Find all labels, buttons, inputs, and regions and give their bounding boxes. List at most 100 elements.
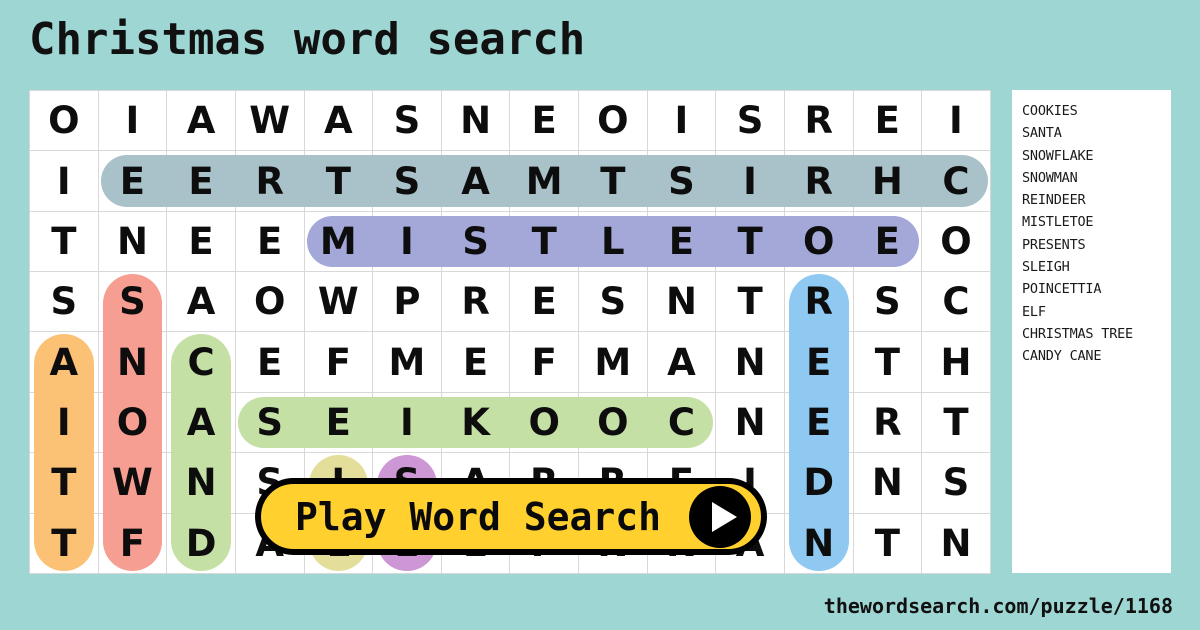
grid-cell[interactable]: R [440,271,511,333]
grid-cell[interactable]: A [166,391,236,454]
grid-cell[interactable]: O [783,210,854,273]
grid-cell[interactable]: S [578,271,648,333]
grid-cell[interactable]: E [440,331,511,393]
grid-cell[interactable]: C [921,271,991,333]
grid-cell[interactable]: N [715,331,785,393]
grid-cell[interactable]: L [578,210,648,273]
grid-cell[interactable]: W [303,271,374,333]
grid-cell[interactable]: N [921,512,991,574]
grid-cell[interactable]: F [97,512,168,574]
grid-cell[interactable]: T [578,150,648,212]
grid-letter: N [116,219,148,263]
grid-cell[interactable]: E [234,331,305,393]
grid-cell[interactable]: E [852,89,923,152]
grid-cell[interactable]: E [166,210,236,273]
grid-cell[interactable]: N [783,512,854,574]
grid-cell[interactable]: E [509,271,579,333]
grid-cell[interactable]: I [29,391,99,454]
grid-cell[interactable]: O [578,391,648,454]
grid-cell[interactable]: E [234,210,305,273]
grid-cell[interactable]: S [852,271,923,333]
grid-cell[interactable]: A [440,150,511,212]
grid-cell[interactable]: N [97,331,168,393]
grid-cell[interactable]: W [234,89,305,152]
grid-cell[interactable]: A [303,89,374,152]
grid-cell[interactable]: O [97,391,168,454]
grid-cell[interactable]: D [166,512,236,574]
grid-letter: I [743,159,757,203]
grid-cell[interactable]: E [783,331,854,393]
grid-cell[interactable]: E [97,150,168,212]
grid-cell[interactable]: R [783,271,854,333]
grid-cell[interactable]: N [852,452,923,514]
grid-cell[interactable]: T [715,271,785,333]
grid-cell[interactable]: A [166,271,236,333]
grid-cell[interactable]: A [166,89,236,152]
grid-cell[interactable]: E [783,391,854,454]
grid-cell[interactable]: O [509,391,579,454]
play-word-search-button[interactable]: Play Word Search [255,478,767,555]
grid-cell[interactable]: I [372,210,442,273]
grid-cell[interactable]: A [646,331,717,393]
grid-cell[interactable]: N [97,210,168,273]
grid-cell[interactable]: T [852,512,923,574]
grid-cell[interactable]: H [921,331,991,393]
grid-cell[interactable]: K [440,391,511,454]
grid-cell[interactable]: P [372,271,442,333]
grid-cell[interactable]: H [852,150,923,212]
grid-cell[interactable]: T [29,512,99,574]
grid-cell[interactable]: E [646,210,717,273]
grid-cell[interactable]: I [646,89,717,152]
grid-cell[interactable]: R [783,150,854,212]
grid-cell[interactable]: O [234,271,305,333]
grid-cell[interactable]: T [715,210,785,273]
grid-cell[interactable]: R [852,391,923,454]
grid-cell[interactable]: S [234,391,305,454]
grid-cell[interactable]: S [372,150,442,212]
grid-cell[interactable]: T [852,331,923,393]
grid-cell[interactable]: A [29,331,99,393]
grid-cell[interactable]: O [29,89,99,152]
grid-cell[interactable]: E [166,150,236,212]
grid-cell[interactable]: I [29,150,99,212]
grid-cell[interactable]: O [578,89,648,152]
grid-cell[interactable]: S [372,89,442,152]
grid-cell[interactable]: T [509,210,579,273]
grid-cell[interactable]: F [303,331,374,393]
grid-cell[interactable]: M [303,210,374,273]
grid-cell[interactable]: I [372,391,442,454]
grid-cell[interactable]: N [440,89,511,152]
grid-cell[interactable]: S [646,150,717,212]
grid-cell[interactable]: S [97,271,168,333]
grid-cell[interactable]: E [852,210,923,273]
grid-cell[interactable]: N [715,391,785,454]
grid-letter: M [319,219,357,263]
grid-cell[interactable]: T [921,391,991,454]
grid-cell[interactable]: F [509,331,579,393]
grid-cell[interactable]: O [921,210,991,273]
grid-cell[interactable]: S [921,452,991,514]
grid-cell[interactable]: E [509,89,579,152]
grid-cell[interactable]: M [509,150,579,212]
grid-cell[interactable]: W [97,452,168,514]
grid-cell[interactable]: T [29,210,99,273]
grid-cell[interactable]: N [646,271,717,333]
grid-cell[interactable]: C [921,150,991,212]
grid-cell[interactable]: S [715,89,785,152]
grid-cell[interactable]: R [234,150,305,212]
grid-cell[interactable]: M [372,331,442,393]
grid-cell[interactable]: C [646,391,717,454]
grid-cell[interactable]: I [715,150,785,212]
grid-cell[interactable]: R [783,89,854,152]
grid-cell[interactable]: S [29,271,99,333]
grid-cell[interactable]: N [166,452,236,514]
grid-cell[interactable]: C [166,331,236,393]
grid-cell[interactable]: T [303,150,374,212]
grid-cell[interactable]: S [440,210,511,273]
grid-cell[interactable]: I [921,89,991,152]
grid-cell[interactable]: T [29,452,99,514]
grid-cell[interactable]: M [578,331,648,393]
grid-cell[interactable]: D [783,452,854,514]
grid-cell[interactable]: I [97,89,168,152]
grid-cell[interactable]: E [303,391,374,454]
